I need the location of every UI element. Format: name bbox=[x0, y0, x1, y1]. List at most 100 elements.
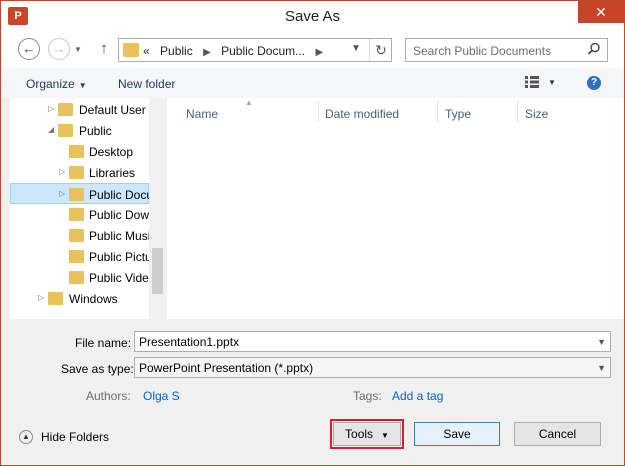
tree-item-public-videos[interactable]: Public Vide bbox=[10, 267, 149, 288]
up-arrow-icon: ↑ bbox=[100, 40, 108, 57]
organize-menu-button[interactable]: Organize ▼ bbox=[26, 77, 87, 91]
refresh-button[interactable]: ↻ bbox=[369, 39, 392, 61]
close-icon: ✕ bbox=[595, 4, 607, 20]
column-header-size[interactable]: Size bbox=[525, 107, 548, 121]
scrollbar-thumb[interactable] bbox=[152, 248, 163, 294]
expand-icon[interactable]: ▷ bbox=[38, 293, 44, 302]
tree-item-label: Public Musi bbox=[89, 229, 151, 243]
folder-icon bbox=[69, 208, 84, 221]
help-icon: ? bbox=[590, 77, 598, 88]
column-header-type[interactable]: Type bbox=[445, 107, 471, 121]
forward-arrow-icon: → bbox=[52, 41, 66, 56]
save-as-type-label: Save as type: bbox=[61, 362, 134, 376]
breadcrumb: « Public ▶ Public Docum... ▶ bbox=[143, 44, 330, 58]
tree-item-windows[interactable]: ▷ Windows bbox=[10, 288, 149, 309]
save-button[interactable]: Save bbox=[414, 422, 500, 446]
folder-icon bbox=[69, 271, 84, 284]
breadcrumb-item-public[interactable]: Public bbox=[160, 44, 193, 58]
file-name-field[interactable]: Presentation1.pptx ▼ bbox=[134, 331, 611, 352]
tree-item-label: Default User bbox=[79, 103, 146, 117]
tree-item-label: Public Vide bbox=[89, 271, 149, 285]
add-tag-link[interactable]: Add a tag bbox=[392, 389, 443, 403]
close-button[interactable]: ✕ bbox=[578, 1, 624, 23]
tree-item-default-user[interactable]: ▷ Default User bbox=[10, 99, 149, 120]
search-input[interactable]: Search Public Documents bbox=[405, 38, 608, 62]
refresh-icon: ↻ bbox=[375, 42, 387, 58]
up-button[interactable]: ↑ bbox=[95, 40, 113, 58]
tools-button[interactable]: Tools ▼ bbox=[333, 422, 401, 446]
chevron-down-icon: ▼ bbox=[78, 81, 87, 90]
recent-locations-dropdown-icon[interactable]: ▼ bbox=[74, 45, 82, 54]
folder-icon bbox=[69, 145, 84, 158]
forward-button[interactable]: → bbox=[48, 38, 70, 60]
expand-icon[interactable]: ▷ bbox=[48, 104, 54, 113]
tree-item-public[interactable]: ◢ Public bbox=[10, 120, 149, 141]
tools-label: Tools bbox=[345, 427, 374, 441]
folder-icon bbox=[69, 188, 84, 201]
user-folder-icon bbox=[58, 103, 73, 116]
chevron-up-icon: ▲ bbox=[19, 430, 33, 444]
chevron-down-icon: ▼ bbox=[381, 431, 389, 440]
folder-icon bbox=[69, 250, 84, 263]
hide-folders-label: Hide Folders bbox=[41, 430, 110, 444]
title-bar: P Save As ✕ bbox=[1, 1, 624, 32]
save-as-dialog: P Save As ✕ ← → ▼ ↑ « Public ▶ Public Do… bbox=[0, 0, 625, 466]
save-as-type-value: PowerPoint Presentation (*.pptx) bbox=[139, 361, 314, 375]
search-icon bbox=[587, 42, 600, 55]
tree-item-public-pictures[interactable]: Public Pictu bbox=[10, 246, 152, 267]
back-button[interactable]: ← bbox=[18, 38, 40, 60]
tree-item-public-downloads[interactable]: Public Dow bbox=[10, 204, 149, 225]
save-as-type-select[interactable]: PowerPoint Presentation (*.pptx) ▼ bbox=[134, 357, 611, 378]
navigation-bar: ← → ▼ ↑ « Public ▶ Public Docum... ▶ ▼ ↻… bbox=[1, 32, 624, 68]
tree-item-libraries[interactable]: ▷ Libraries bbox=[10, 162, 149, 183]
folder-icon bbox=[69, 229, 84, 242]
address-bar[interactable]: « Public ▶ Public Docum... ▶ ▼ ↻ bbox=[118, 38, 392, 62]
tree-item-desktop[interactable]: Desktop bbox=[10, 141, 149, 162]
column-header-name[interactable]: Name bbox=[186, 107, 218, 121]
new-folder-button[interactable]: New folder bbox=[118, 77, 175, 91]
chevron-down-icon[interactable]: ▼ bbox=[597, 363, 606, 373]
file-name-label: File name: bbox=[75, 336, 132, 350]
chevron-right-icon[interactable]: ▶ bbox=[203, 47, 211, 58]
column-header-date-modified[interactable]: Date modified bbox=[325, 107, 399, 121]
help-button[interactable]: ? bbox=[587, 76, 601, 90]
column-divider[interactable] bbox=[437, 101, 438, 122]
collapse-icon[interactable]: ◢ bbox=[48, 125, 54, 134]
search-placeholder: Search Public Documents bbox=[413, 44, 552, 58]
tree-item-label: Public Docu bbox=[89, 188, 154, 202]
folder-icon bbox=[58, 124, 73, 137]
breadcrumb-item-public-documents[interactable]: Public Docum... bbox=[221, 44, 305, 58]
file-list[interactable]: ▲ Name Date modified Type Size bbox=[167, 98, 624, 319]
address-dropdown-icon[interactable]: ▼ bbox=[351, 43, 361, 54]
authors-label: Authors: bbox=[86, 389, 131, 403]
tree-item-label: Desktop bbox=[89, 145, 134, 159]
column-divider[interactable] bbox=[517, 101, 518, 122]
chevron-right-icon[interactable]: ▶ bbox=[315, 47, 323, 58]
sort-ascending-icon: ▲ bbox=[245, 98, 253, 107]
tags-label: Tags: bbox=[353, 389, 382, 403]
view-options-icon[interactable] bbox=[525, 76, 539, 88]
tree-scrollbar[interactable] bbox=[149, 98, 166, 319]
command-toolbar: Organize ▼ New folder ▼ ? bbox=[1, 68, 624, 98]
expand-icon[interactable]: ▷ bbox=[59, 189, 65, 198]
cancel-button[interactable]: Cancel bbox=[514, 422, 601, 446]
tree-item-public-music[interactable]: Public Musi bbox=[10, 225, 151, 246]
tree-item-label: Libraries bbox=[89, 166, 136, 180]
tree-item-label: Public bbox=[79, 124, 112, 138]
dialog-title: Save As bbox=[284, 8, 341, 25]
organize-label: Organize bbox=[26, 77, 75, 91]
column-divider[interactable] bbox=[318, 101, 319, 122]
tree-item-public-documents[interactable]: ▷ Public Docu bbox=[10, 183, 153, 204]
view-dropdown-icon[interactable]: ▼ bbox=[548, 78, 556, 87]
navigation-pane: ▷ Default User ◢ Public Desktop ▷ Librar… bbox=[10, 98, 166, 319]
authors-value[interactable]: Olga S bbox=[143, 389, 180, 403]
folder-icon bbox=[48, 292, 63, 305]
folder-icon bbox=[123, 43, 139, 57]
tree-item-label: Public Pictu bbox=[89, 250, 152, 264]
tree-item-label: Windows bbox=[69, 292, 118, 306]
expand-icon[interactable]: ▷ bbox=[59, 167, 65, 176]
tree-item-label: Public Dow bbox=[89, 208, 150, 222]
chevron-down-icon[interactable]: ▼ bbox=[597, 337, 606, 347]
file-name-value: Presentation1.pptx bbox=[139, 335, 240, 349]
breadcrumb-overflow-icon[interactable]: « bbox=[143, 44, 150, 58]
